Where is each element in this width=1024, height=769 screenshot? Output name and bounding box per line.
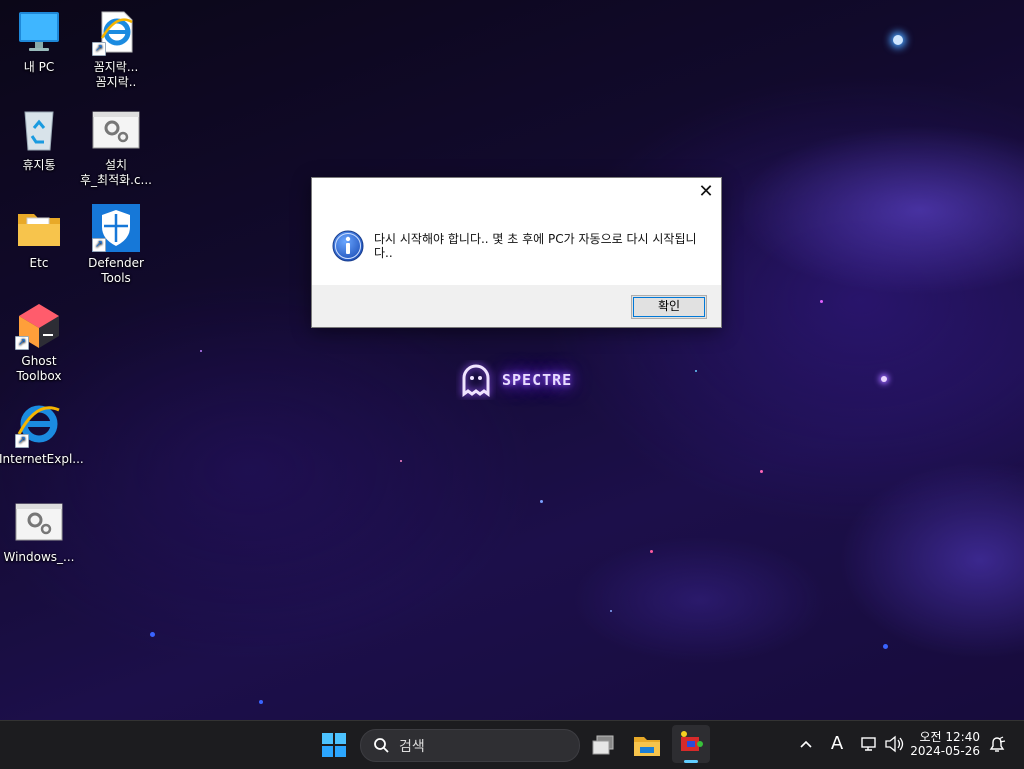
desktop-icon-windows-script[interactable]: Windows_... xyxy=(0,498,79,565)
notification-button[interactable] xyxy=(987,735,1007,755)
dialog-footer: 확인 xyxy=(312,285,721,327)
active-app-indicator xyxy=(684,760,698,763)
recycle-bin-icon xyxy=(15,106,63,154)
desktop-icon-label: Ghost Toolbox xyxy=(16,354,62,383)
defender-shield-icon: ↗ xyxy=(92,204,140,252)
notification-bell-icon xyxy=(989,736,1006,752)
desktop-icon-recycle-bin[interactable]: 휴지통 xyxy=(0,106,79,173)
shortcut-arrow-icon: ↗ xyxy=(92,42,106,56)
clock-date: 2024-05-26 xyxy=(910,744,980,758)
desktop-icon-ghost-toolbox[interactable]: ↗ Ghost Toolbox xyxy=(0,302,79,384)
desktop-icon-etc-folder[interactable]: Etc xyxy=(0,204,79,271)
information-icon xyxy=(332,230,364,262)
search-placeholder: 검색 xyxy=(399,739,425,755)
internet-explorer-icon: ↗ xyxy=(15,400,63,448)
desktop-icon-label: Defender Tools xyxy=(88,256,144,285)
ghost-logo-icon xyxy=(462,364,490,397)
folder-icon xyxy=(15,204,63,252)
ok-button[interactable]: 확인 xyxy=(631,295,707,319)
windows-logo-icon xyxy=(322,733,346,757)
desktop-icon-setup-script[interactable]: 설치 후_최적화.c... xyxy=(76,106,156,188)
shortcut-arrow-icon: ↗ xyxy=(92,238,106,252)
ghost-toolbox-icon: ↗ xyxy=(15,302,63,350)
input-indicator[interactable]: A xyxy=(828,733,846,754)
desktop-icon-label: InternetExpl... xyxy=(0,452,84,466)
restart-dialog: ✕ 다시 시작해야 합니다.. 몇 초 후에 PC가 자동으로 다시 시작됩니다… xyxy=(311,177,722,328)
desktop-icon-label: Etc xyxy=(29,256,49,270)
desktop-icon-this-pc[interactable]: 내 PC xyxy=(0,8,79,75)
desktop-icon-internet-explorer[interactable]: ↗ InternetExpl... xyxy=(0,400,84,467)
volume-button[interactable] xyxy=(884,735,904,753)
desktop-icon-label: 꼼지락... 꼼지락.. xyxy=(93,60,139,89)
task-view-button[interactable] xyxy=(588,729,620,761)
desktop-icon-label: Windows_... xyxy=(3,550,75,564)
chevron-up-icon xyxy=(800,740,812,748)
task-view-icon xyxy=(592,735,614,755)
desktop-icon-defender-tools[interactable]: ↗ Defender Tools xyxy=(76,204,156,286)
search-icon xyxy=(374,738,389,753)
running-app-button[interactable] xyxy=(672,725,710,763)
computer-icon xyxy=(15,8,63,56)
file-explorer-button[interactable] xyxy=(631,729,663,761)
clock[interactable]: 오전 12:40 2024-05-26 xyxy=(910,728,982,762)
shortcut-arrow-icon: ↗ xyxy=(15,434,29,448)
desktop-icon-label: 휴지통 xyxy=(22,158,56,172)
file-explorer-icon xyxy=(634,737,660,756)
network-icon xyxy=(861,737,876,751)
shortcut-arrow-icon: ↗ xyxy=(15,336,29,350)
speaker-icon xyxy=(885,735,904,753)
desktop-icon-ie-shortcut-1[interactable]: ↗ 꼼지락... 꼼지락.. xyxy=(76,8,156,90)
close-button[interactable]: ✕ xyxy=(691,178,721,206)
desktop-icon-label: 내 PC xyxy=(23,60,55,74)
logo-text: SPECTRE xyxy=(502,371,573,389)
internet-explorer-icon: ↗ xyxy=(92,8,140,56)
taskbar: 검색 A 오전 12:40 2024-05-26 xyxy=(0,720,1024,769)
dialog-titlebar[interactable]: ✕ xyxy=(312,178,721,208)
dialog-body: 다시 시작해야 합니다.. 몇 초 후에 PC가 자동으로 다시 시작됩니다.. xyxy=(312,208,721,285)
show-hidden-icons-button[interactable] xyxy=(797,735,815,753)
start-button[interactable] xyxy=(318,729,350,761)
settings-script-icon xyxy=(15,498,63,546)
close-icon: ✕ xyxy=(698,181,714,202)
taskbar-search-box[interactable]: 검색 xyxy=(360,729,580,762)
app-icon xyxy=(681,731,703,751)
settings-script-icon xyxy=(92,106,140,154)
spectre-logo: SPECTRE xyxy=(456,360,572,400)
dialog-message: 다시 시작해야 합니다.. 몇 초 후에 PC가 자동으로 다시 시작됩니다.. xyxy=(374,232,697,260)
network-button[interactable] xyxy=(860,735,878,753)
clock-time: 오전 12:40 xyxy=(919,730,980,744)
desktop-icon-label: 설치 후_최적화.c... xyxy=(79,158,153,187)
